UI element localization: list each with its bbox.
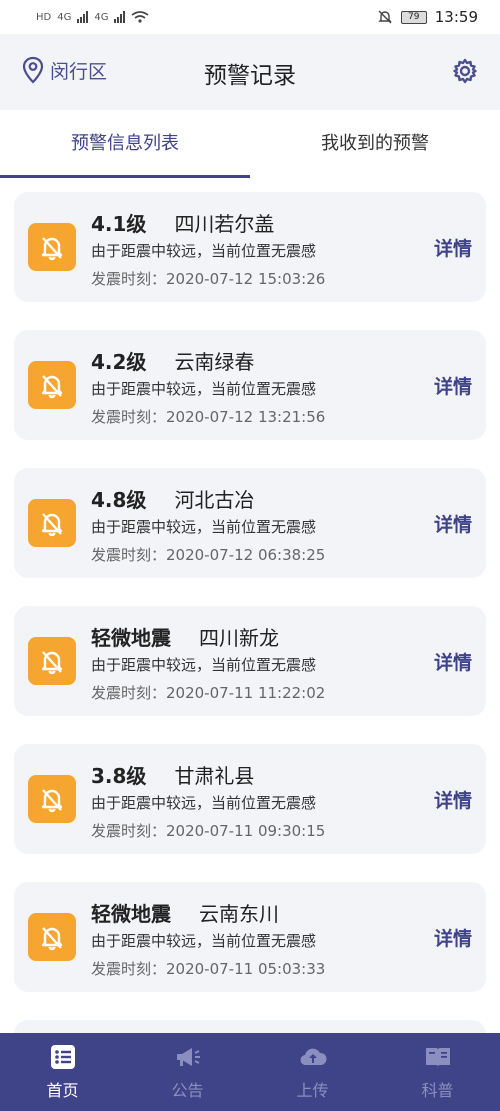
- battery-indicator: 79: [400, 10, 427, 24]
- card-title: 轻微地震 云南东川: [91, 898, 279, 927]
- warning-card[interactable]: 3.8级 甘肃礼县 由于距震中较远，当前位置无震感 发震时刻：2020-07-1…: [14, 744, 486, 854]
- place-label: 云南绿春: [174, 350, 255, 374]
- card-time: 发震时刻：2020-07-11 11:22:02: [91, 684, 326, 702]
- card-time: 发震时刻：2020-07-11 05:03:33: [91, 960, 326, 978]
- tab-warning-list[interactable]: 预警信息列表: [0, 110, 250, 178]
- magnitude-label: 4.2级: [91, 350, 147, 374]
- nav-label-science: 科普: [421, 1081, 454, 1100]
- place-label: 云南东川: [199, 902, 279, 926]
- bell-icon: [28, 775, 76, 823]
- wifi-icon: [132, 11, 149, 23]
- bell-icon: [28, 361, 76, 409]
- signal-icon: [77, 11, 89, 23]
- nav-label-home: 首页: [46, 1081, 79, 1100]
- home-list-icon: [50, 1045, 75, 1069]
- card-title: 3.8级 甘肃礼县: [91, 760, 254, 789]
- nav-upload[interactable]: 上传: [250, 1033, 375, 1111]
- place-label: 河北古冶: [174, 488, 255, 512]
- card-description: 由于距震中较远，当前位置无震感: [91, 932, 317, 950]
- card-description: 由于距震中较远，当前位置无震感: [91, 380, 317, 398]
- card-time: 发震时刻：2020-07-11 09:30:15: [91, 822, 326, 840]
- clock: 13:59: [434, 8, 478, 26]
- magnitude-label: 3.8级: [91, 764, 147, 788]
- card-time: 发震时刻：2020-07-12 13:21:56: [91, 408, 326, 426]
- detail-link[interactable]: 详情: [434, 924, 472, 951]
- detail-link[interactable]: 详情: [434, 372, 472, 399]
- network-4g-label-1: 4G: [57, 11, 72, 23]
- warning-card[interactable]: 轻微地震 四川新龙 由于距震中较远，当前位置无震感 发震时刻：2020-07-1…: [14, 606, 486, 716]
- card-description: 由于距震中较远，当前位置无震感: [91, 656, 317, 674]
- card-time: 发震时刻：2020-07-12 15:03:26: [91, 270, 326, 288]
- mute-bell-icon: [378, 10, 392, 24]
- status-bar: HD 4G 4G 79 13:59: [0, 0, 500, 34]
- bell-icon: [28, 913, 76, 961]
- detail-link[interactable]: 详情: [434, 510, 472, 537]
- warning-card-partial[interactable]: [14, 1020, 486, 1033]
- nav-home[interactable]: 首页: [0, 1033, 125, 1111]
- magnitude-label: 轻微地震: [91, 626, 171, 650]
- page-title: 预警记录: [204, 63, 296, 89]
- detail-link[interactable]: 详情: [434, 648, 472, 675]
- warning-card[interactable]: 4.2级 云南绿春 由于距震中较远，当前位置无震感 发震时刻：2020-07-1…: [14, 330, 486, 440]
- tab-received-warnings[interactable]: 我收到的预警: [250, 110, 500, 178]
- magnitude-label: 4.8级: [91, 488, 147, 512]
- card-description: 由于距震中较远，当前位置无震感: [91, 242, 317, 260]
- warning-card[interactable]: 轻微地震 云南东川 由于距震中较远，当前位置无震感 发震时刻：2020-07-1…: [14, 882, 486, 992]
- book-icon: [425, 1048, 450, 1067]
- bell-icon: [28, 637, 76, 685]
- bottom-nav: 首页 公告 上传 科普: [0, 1033, 500, 1111]
- nav-label-upload: 上传: [296, 1081, 329, 1100]
- warning-card[interactable]: 4.8级 河北古冶 由于距震中较远，当前位置无震感 发震时刻：2020-07-1…: [14, 468, 486, 578]
- place-label: 甘肃礼县: [174, 764, 255, 788]
- signal-icon-2: [114, 11, 126, 23]
- settings-button[interactable]: [452, 58, 478, 88]
- nav-announcements[interactable]: 公告: [125, 1033, 250, 1111]
- card-title: 4.2级 云南绿春: [91, 346, 254, 375]
- bell-icon: [28, 499, 76, 547]
- status-indicators: HD 4G 4G: [36, 11, 149, 23]
- card-description: 由于距震中较远，当前位置无震感: [91, 794, 317, 812]
- card-title: 4.1级 四川若尔盖: [91, 208, 274, 237]
- detail-link[interactable]: 详情: [434, 234, 472, 261]
- warning-card[interactable]: 4.1级 四川若尔盖 由于距震中较远，当前位置无震感 发震时刻：2020-07-…: [14, 192, 486, 302]
- card-title: 轻微地震 四川新龙: [91, 622, 279, 651]
- tab-bar: 预警信息列表 我收到的预警: [0, 110, 500, 178]
- cloud-upload-icon: [299, 1048, 327, 1066]
- magnitude-label: 轻微地震: [91, 902, 171, 926]
- place-label: 四川新龙: [199, 626, 279, 650]
- magnitude-label: 4.1级: [91, 212, 147, 236]
- network-4g-label-2: 4G: [94, 11, 109, 23]
- nav-label-announcements: 公告: [171, 1081, 204, 1100]
- card-description: 由于距震中较远，当前位置无震感: [91, 518, 317, 536]
- detail-link[interactable]: 详情: [434, 786, 472, 813]
- status-right: 79 13:59: [377, 8, 478, 26]
- nav-science[interactable]: 科普: [375, 1033, 500, 1111]
- app-header: 闵行区 预警记录: [0, 34, 500, 110]
- card-title: 4.8级 河北古冶: [91, 484, 254, 513]
- warning-record-list[interactable]: 4.1级 四川若尔盖 由于距震中较远，当前位置无震感 发震时刻：2020-07-…: [0, 178, 500, 1033]
- megaphone-icon: [176, 1048, 200, 1066]
- hd-label: HD: [36, 11, 52, 23]
- gear-icon: [453, 58, 477, 84]
- bell-icon: [28, 223, 76, 271]
- place-label: 四川若尔盖: [174, 212, 275, 236]
- card-time: 发震时刻：2020-07-12 06:38:25: [91, 546, 326, 564]
